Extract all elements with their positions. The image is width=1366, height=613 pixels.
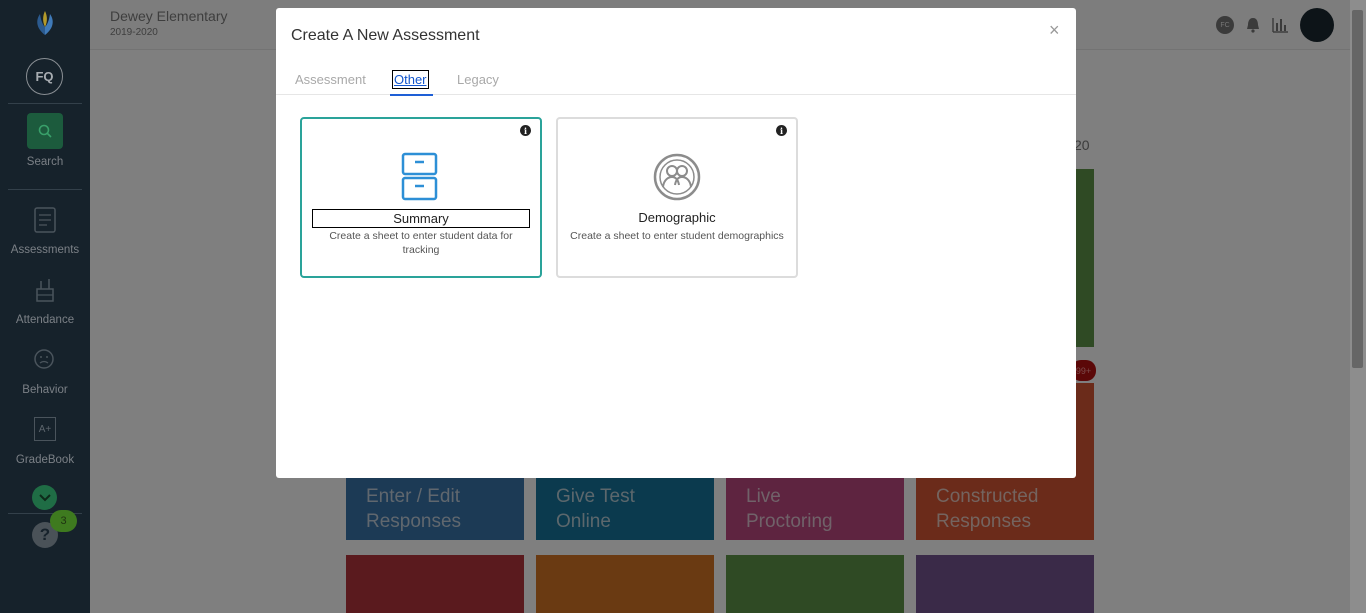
help-notification-badge: 3: [50, 510, 77, 532]
tile-label: Live: [746, 486, 781, 507]
background-tile: [1076, 169, 1094, 347]
summary-card[interactable]: i Summary Create a sheet to enter studen…: [300, 117, 542, 278]
create-assessment-modal: Create A New Assessment × Assessment Oth…: [276, 8, 1076, 478]
people-circle-icon: [653, 153, 701, 201]
tile-label: Proctoring: [746, 511, 833, 532]
sidebar-item-gradebook[interactable]: GradeBook: [0, 454, 90, 466]
bar-chart-icon[interactable]: [1271, 16, 1289, 34]
card-title: Summary: [312, 209, 530, 228]
user-avatar[interactable]: FQ: [26, 58, 63, 95]
background-year: 20: [1074, 137, 1090, 153]
account-avatar[interactable]: [1300, 8, 1334, 42]
scrollbar-thumb[interactable]: [1352, 10, 1363, 368]
expand-menu-button[interactable]: [32, 485, 57, 510]
sidebar: FQ Search Assessments Attendance Behavio…: [0, 0, 90, 613]
search-icon: [38, 124, 52, 138]
tile-label: Online: [556, 511, 611, 532]
info-icon[interactable]: i: [776, 125, 787, 136]
demographic-card[interactable]: i Demographic Create a sheet to enter st…: [556, 117, 798, 278]
active-tab-indicator: [390, 94, 433, 96]
tile-label: Give Test: [556, 486, 635, 507]
clipboard-icon: [34, 207, 56, 233]
chevron-down-icon: [38, 493, 51, 501]
card-description: Create a sheet to enter student demograp…: [570, 230, 784, 242]
search-button[interactable]: [27, 113, 63, 149]
tab-other[interactable]: Other: [392, 70, 429, 89]
background-tile[interactable]: [726, 555, 904, 613]
tile-label: Responses: [936, 511, 1032, 532]
background-tile[interactable]: [346, 555, 524, 613]
sidebar-item-behavior[interactable]: Behavior: [0, 384, 90, 396]
attendance-icon: [36, 279, 54, 302]
tab-legacy[interactable]: Legacy: [457, 72, 499, 87]
file-cabinet-icon: [401, 152, 438, 201]
background-tile[interactable]: [916, 555, 1094, 613]
user-initials-icon[interactable]: FC: [1216, 16, 1234, 34]
modal-title: Create A New Assessment: [291, 27, 480, 44]
grade-a-plus-icon: A+: [34, 417, 56, 441]
card-description: Create a sheet to enter student data for…: [329, 230, 513, 256]
background-tile[interactable]: [536, 555, 714, 613]
school-year: 2019-2020: [110, 27, 158, 38]
tile-label: Constructed: [936, 486, 1039, 507]
sidebar-item-attendance[interactable]: Attendance: [0, 314, 90, 326]
info-icon[interactable]: i: [520, 125, 531, 136]
app-logo-icon: [37, 11, 53, 35]
sidebar-item-assessments[interactable]: Assessments: [0, 244, 90, 256]
tile-label: Enter / Edit: [366, 486, 460, 507]
sidebar-divider: [8, 189, 82, 190]
card-title: Demographic: [638, 210, 716, 225]
tile-label: Responses: [366, 511, 462, 532]
sidebar-item-search[interactable]: Search: [0, 156, 90, 168]
school-name[interactable]: Dewey Elementary: [110, 8, 228, 24]
sidebar-divider: [8, 103, 82, 104]
bell-icon[interactable]: [1244, 16, 1262, 34]
tab-assessment[interactable]: Assessment: [295, 72, 366, 87]
close-button[interactable]: ×: [1049, 20, 1060, 41]
behavior-face-icon: [34, 349, 54, 369]
